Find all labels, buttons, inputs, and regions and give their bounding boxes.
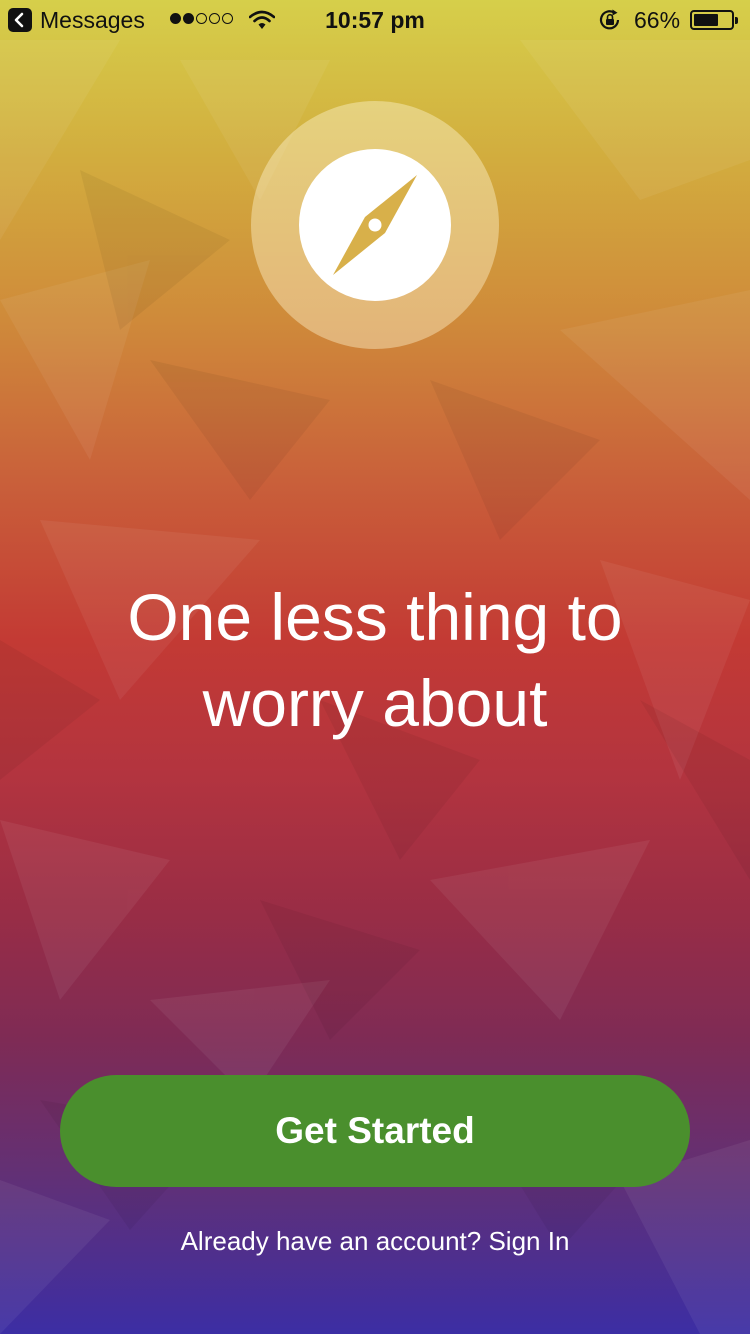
sign-in-prompt-text: Already have an account? [180,1226,482,1256]
headline: One less thing to worry about [0,574,750,746]
orientation-lock-icon [599,9,620,30]
get-started-button[interactable]: Get Started [60,1075,690,1187]
headline-line-2: worry about [202,666,548,740]
sign-in-link[interactable]: Sign In [488,1226,569,1256]
sign-in-prompt: Already have an account? Sign In [0,1226,750,1257]
onboarding-screen: Messages 10:57 pm 66% One less thing to … [0,0,750,1334]
battery-level-fill [694,14,718,26]
app-logo [299,149,451,301]
status-bar: Messages 10:57 pm 66% [0,0,750,40]
battery-terminal [735,17,738,24]
headline-line-1: One less thing to [127,580,623,654]
battery-icon [690,10,738,30]
battery-percentage: 66% [634,7,681,33]
compass-icon [333,175,417,275]
